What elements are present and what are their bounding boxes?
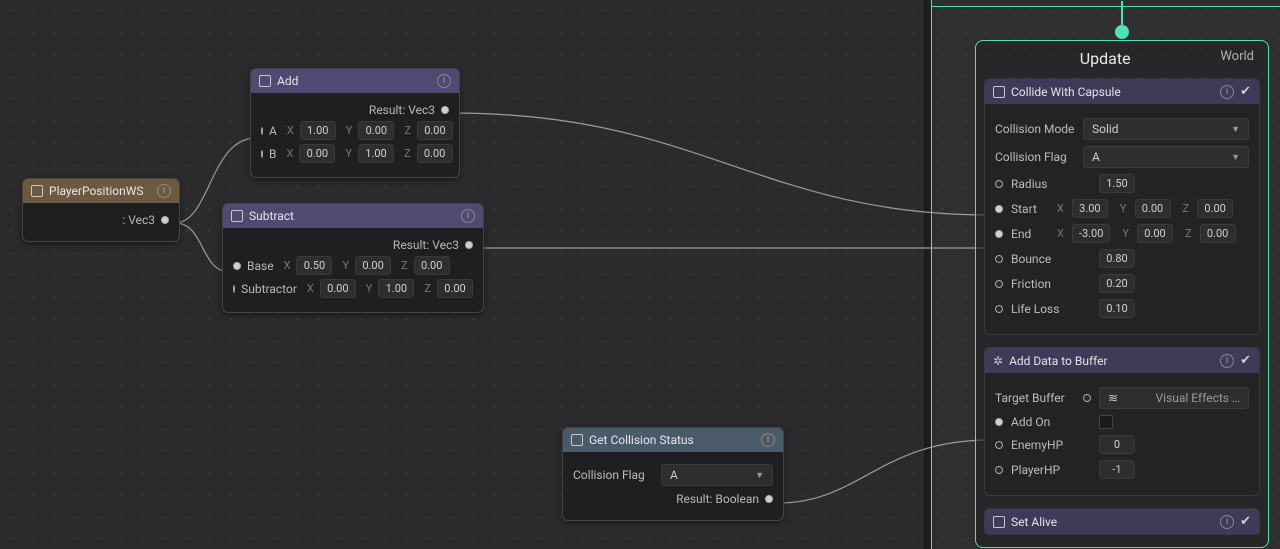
radius-value[interactable]: 1.50 (1099, 174, 1135, 193)
port-playerhp[interactable] (995, 466, 1003, 474)
output-label: Result: Vec3 (393, 238, 459, 252)
enabled-check-icon[interactable]: ✔ (1240, 514, 1251, 529)
port-addon[interactable] (995, 418, 1003, 426)
output-port[interactable] (765, 495, 773, 503)
add-a-x[interactable]: 1.00 (300, 121, 336, 140)
update-title: Update (990, 49, 1220, 68)
sub-sub-x[interactable]: 0.00 (320, 279, 356, 298)
info-icon[interactable]: i (437, 74, 451, 88)
port-bounce[interactable] (995, 255, 1003, 263)
add-a-z[interactable]: 0.00 (417, 121, 453, 140)
add-a-y[interactable]: 0.00 (358, 121, 394, 140)
block-title: Collide With Capsule (1011, 85, 1121, 99)
chevron-down-icon: ▼ (1231, 124, 1240, 135)
port-start[interactable] (995, 205, 1003, 213)
info-icon[interactable]: i (761, 433, 775, 447)
input-port-a[interactable] (261, 127, 263, 135)
target-buffer-select[interactable]: ≋ Visual Effects … (1099, 387, 1249, 409)
sub-sub-z[interactable]: 0.00 (437, 279, 473, 298)
port-radius[interactable] (995, 180, 1003, 188)
add-b-y[interactable]: 1.00 (358, 144, 394, 163)
sub-sub-y[interactable]: 1.00 (378, 279, 414, 298)
collision-flag-select[interactable]: A▼ (1083, 146, 1249, 168)
output-label: : Vec3 (122, 213, 155, 227)
node-title: PlayerPositionWS (49, 184, 144, 198)
add-b-x[interactable]: 0.00 (299, 144, 335, 163)
input-port-subtractor[interactable] (233, 285, 235, 293)
input-port-b[interactable] (261, 150, 263, 158)
output-label: Result: Vec3 (369, 103, 435, 117)
sub-base-y[interactable]: 0.00 (355, 256, 391, 275)
output-port[interactable] (465, 241, 473, 249)
world-label[interactable]: World (1220, 49, 1254, 68)
input-port-base[interactable] (233, 262, 241, 270)
gear-icon: ✲ (993, 354, 1003, 368)
port-enemyhp[interactable] (995, 441, 1003, 449)
status-icon (571, 434, 583, 446)
capsule-icon (993, 86, 1005, 98)
sub-base-x[interactable]: 0.50 (296, 256, 332, 275)
info-icon[interactable]: i (461, 209, 475, 223)
block-title: Add Data to Buffer (1009, 354, 1108, 368)
math-icon (231, 210, 243, 222)
set-icon (993, 516, 1005, 528)
update-panel[interactable]: Update World Collide With Capsule i ✔ Co… (975, 40, 1269, 548)
addon-checkbox[interactable] (1099, 415, 1113, 429)
info-icon[interactable]: i (157, 184, 171, 198)
node-title: Get Collision Status (589, 433, 694, 447)
chevron-down-icon: ▼ (755, 470, 764, 481)
output-label: Result: Boolean (676, 492, 759, 506)
port-friction[interactable] (995, 280, 1003, 288)
block-title: Set Alive (1011, 515, 1057, 529)
layers-icon: ≋ (1108, 391, 1118, 405)
collision-flag-label: Collision Flag (573, 468, 653, 482)
collision-mode-select[interactable]: Solid▼ (1083, 118, 1249, 140)
port-end[interactable] (995, 230, 1003, 238)
flow-cap-icon (1115, 25, 1129, 39)
chevron-down-icon: ▼ (1231, 152, 1240, 163)
node-subtract[interactable]: Subtract i Result: Vec3 Base X0.50 Y0.00… (222, 203, 484, 313)
node-add[interactable]: Add i Result: Vec3 A X1.00 Y0.00 Z0.00 B… (250, 68, 460, 178)
add-b-z[interactable]: 0.00 (417, 144, 453, 163)
node-title: Subtract (249, 209, 294, 223)
info-icon[interactable]: i (1220, 515, 1234, 529)
node-get-collision-status[interactable]: Get Collision Status i Collision Flag A▼… (562, 427, 784, 521)
block-collide-capsule[interactable]: Collide With Capsule i ✔ Collision Mode … (984, 78, 1260, 335)
node-player-position[interactable]: PlayerPositionWS i : Vec3 (22, 178, 180, 242)
variable-icon (31, 185, 43, 197)
port-lifeloss[interactable] (995, 305, 1003, 313)
info-icon[interactable]: i (1220, 85, 1234, 99)
enabled-check-icon[interactable]: ✔ (1240, 353, 1251, 368)
sub-base-z[interactable]: 0.00 (414, 256, 450, 275)
math-icon (259, 75, 271, 87)
enabled-check-icon[interactable]: ✔ (1240, 84, 1251, 99)
block-add-data-buffer[interactable]: ✲ Add Data to Buffer i ✔ Target Buffer ≋… (984, 347, 1260, 496)
output-port[interactable] (441, 106, 449, 114)
panel-divider (924, 0, 932, 549)
info-icon[interactable]: i (1220, 354, 1234, 368)
output-port[interactable] (161, 216, 169, 224)
port-target[interactable] (1083, 394, 1091, 402)
block-set-alive[interactable]: Set Alive i ✔ (984, 508, 1260, 535)
collision-flag-select[interactable]: A▼ (661, 464, 773, 486)
node-title: Add (277, 74, 298, 88)
